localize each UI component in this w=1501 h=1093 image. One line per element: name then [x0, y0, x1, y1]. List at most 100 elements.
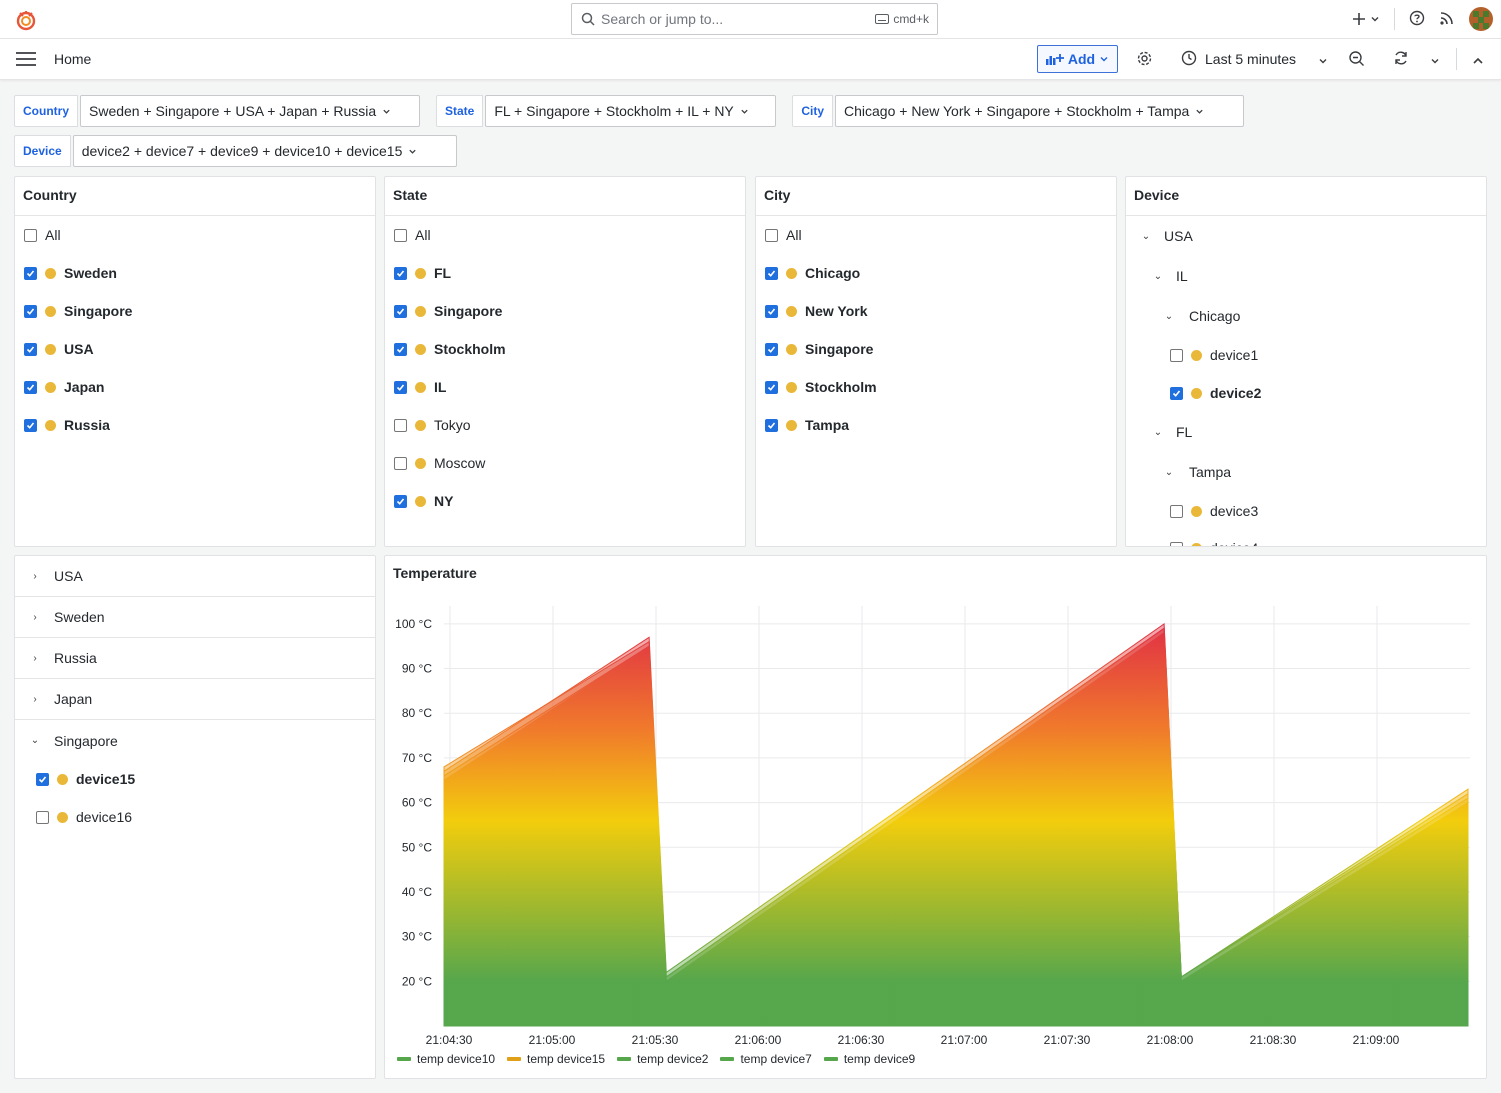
checkbox-checked[interactable] [394, 266, 407, 280]
accordion-device-device16[interactable]: device16 [36, 807, 132, 827]
checkbox-checked[interactable] [24, 342, 37, 356]
checkbox-checked[interactable] [765, 380, 778, 394]
checkbox-checked[interactable] [765, 266, 778, 280]
variable-select-country[interactable]: Sweden + Singapore + USA + Japan + Russi… [80, 95, 420, 127]
state-all-option[interactable]: All [394, 225, 431, 245]
legend-item[interactable]: temp device10 [397, 1052, 495, 1066]
checkbox-checked[interactable] [394, 342, 407, 356]
search-bar[interactable]: Search or jump to... cmd+k [571, 3, 938, 35]
checkbox-checked[interactable] [24, 418, 37, 432]
checkbox-checked[interactable] [36, 772, 49, 786]
state-option-singapore[interactable]: Singapore [394, 301, 502, 321]
accordion-section-singapore[interactable]: ⌄ Singapore [15, 720, 375, 761]
checkbox[interactable] [1170, 504, 1183, 518]
state-option-fl[interactable]: FL [394, 263, 451, 283]
checkbox[interactable] [394, 456, 407, 470]
chevron-down-icon[interactable]: ⌄ [1163, 311, 1175, 322]
accordion-section-sweden[interactable]: › Sweden [15, 597, 375, 638]
chevron-down-icon[interactable]: ⌄ [1152, 427, 1164, 438]
checkbox[interactable] [1170, 541, 1183, 546]
checkbox-checked[interactable] [394, 380, 407, 394]
checkbox[interactable] [1170, 348, 1183, 362]
country-option-usa[interactable]: USA [24, 339, 94, 359]
chevron-down-icon[interactable]: ⌄ [1163, 467, 1175, 478]
tree-device-device2[interactable]: device2 [1170, 383, 1261, 403]
legend-item[interactable]: temp device9 [823, 1052, 915, 1066]
legend-item[interactable]: temp device15 [507, 1052, 605, 1066]
checkbox-checked[interactable] [394, 304, 407, 318]
divider [15, 215, 375, 216]
state-option-ny[interactable]: NY [394, 491, 453, 511]
checkbox-checked[interactable] [394, 494, 407, 508]
variable-row-2: Device device2 + device7 + device9 + dev… [14, 135, 457, 167]
refresh-icon[interactable] [1393, 50, 1409, 69]
country-all-option[interactable]: All [24, 225, 61, 245]
variable-select-city[interactable]: Chicago + New York + Singapore + Stockho… [835, 95, 1245, 127]
state-option-il[interactable]: IL [394, 377, 446, 397]
tree-device-device1[interactable]: device1 [1170, 345, 1258, 365]
add-button[interactable]: Add [1037, 45, 1118, 73]
state-option-moscow[interactable]: Moscow [394, 453, 485, 473]
new-menu-button[interactable] [1352, 12, 1380, 26]
city-option-new-york[interactable]: New York [765, 301, 868, 321]
checkbox-checked[interactable] [765, 418, 778, 432]
checkbox[interactable] [765, 228, 778, 242]
city-option-stockholm[interactable]: Stockholm [765, 377, 877, 397]
checkbox[interactable] [394, 418, 407, 432]
menu-icon[interactable] [16, 52, 36, 69]
breadcrumb-home[interactable]: Home [54, 51, 91, 67]
help-icon[interactable] [1409, 10, 1425, 29]
zoom-out-icon[interactable] [1348, 50, 1365, 70]
city-option-singapore[interactable]: Singapore [765, 339, 873, 359]
chevron-right-icon[interactable]: › [29, 612, 41, 623]
chevron-down-icon[interactable] [1318, 53, 1328, 69]
city-option-tampa[interactable]: Tampa [765, 415, 849, 435]
country-option-russia[interactable]: Russia [24, 415, 110, 435]
time-range-picker[interactable]: Last 5 minutes [1205, 51, 1296, 67]
news-feed-icon[interactable] [1439, 10, 1455, 29]
checkbox[interactable] [394, 228, 407, 242]
checkbox-checked[interactable] [765, 342, 778, 356]
variable-select-state[interactable]: FL + Singapore + Stockholm + IL + NY [485, 95, 777, 127]
state-option-tokyo[interactable]: Tokyo [394, 415, 471, 435]
legend-item[interactable]: temp device2 [617, 1052, 708, 1066]
checkbox-checked[interactable] [1170, 386, 1183, 400]
accordion-section-japan[interactable]: › Japan [15, 679, 375, 720]
tree-device-device3[interactable]: device3 [1170, 501, 1258, 521]
refresh-interval-chevron-icon[interactable] [1430, 53, 1440, 69]
chevron-down-icon[interactable]: ⌄ [1152, 271, 1164, 282]
checkbox-checked[interactable] [765, 304, 778, 318]
tree-node-fl[interactable]: ⌄ FL [1152, 422, 1193, 442]
tree-node-usa[interactable]: ⌄ USA [1140, 226, 1193, 246]
chevron-down-icon[interactable]: ⌄ [29, 735, 41, 746]
accordion-device-device15[interactable]: device15 [36, 769, 135, 789]
country-option-japan[interactable]: Japan [24, 377, 104, 397]
tree-node-il[interactable]: ⌄ IL [1152, 266, 1188, 286]
chevron-right-icon[interactable]: › [29, 653, 41, 664]
state-option-stockholm[interactable]: Stockholm [394, 339, 506, 359]
country-option-singapore[interactable]: Singapore [24, 301, 132, 321]
grafana-logo-icon[interactable] [14, 8, 38, 32]
collapse-chevron-up-icon[interactable] [1472, 53, 1484, 69]
city-option-chicago[interactable]: Chicago [765, 263, 860, 283]
tree-device-device4[interactable]: device4 [1170, 538, 1258, 546]
accordion-section-russia[interactable]: › Russia [15, 638, 375, 679]
tree-node-chicago[interactable]: ⌄ Chicago [1163, 306, 1241, 326]
country-option-sweden[interactable]: Sweden [24, 263, 117, 283]
chevron-down-icon[interactable]: ⌄ [1140, 231, 1152, 242]
checkbox-checked[interactable] [24, 266, 37, 280]
tree-node-tampa[interactable]: ⌄ Tampa [1163, 462, 1231, 482]
chevron-right-icon[interactable]: › [29, 571, 41, 582]
city-all-option[interactable]: All [765, 225, 802, 245]
checkbox[interactable] [24, 228, 37, 242]
chevron-right-icon[interactable]: › [29, 694, 41, 705]
clock-icon[interactable] [1181, 50, 1197, 69]
checkbox-checked[interactable] [24, 380, 37, 394]
checkbox-checked[interactable] [24, 304, 37, 318]
variable-select-device[interactable]: device2 + device7 + device9 + device10 +… [72, 135, 457, 167]
checkbox[interactable] [36, 810, 49, 824]
accordion-section-usa[interactable]: › USA [15, 556, 375, 597]
legend-item[interactable]: temp device7 [720, 1052, 812, 1066]
user-avatar[interactable] [1469, 7, 1493, 31]
settings-gear-icon[interactable] [1136, 50, 1153, 70]
